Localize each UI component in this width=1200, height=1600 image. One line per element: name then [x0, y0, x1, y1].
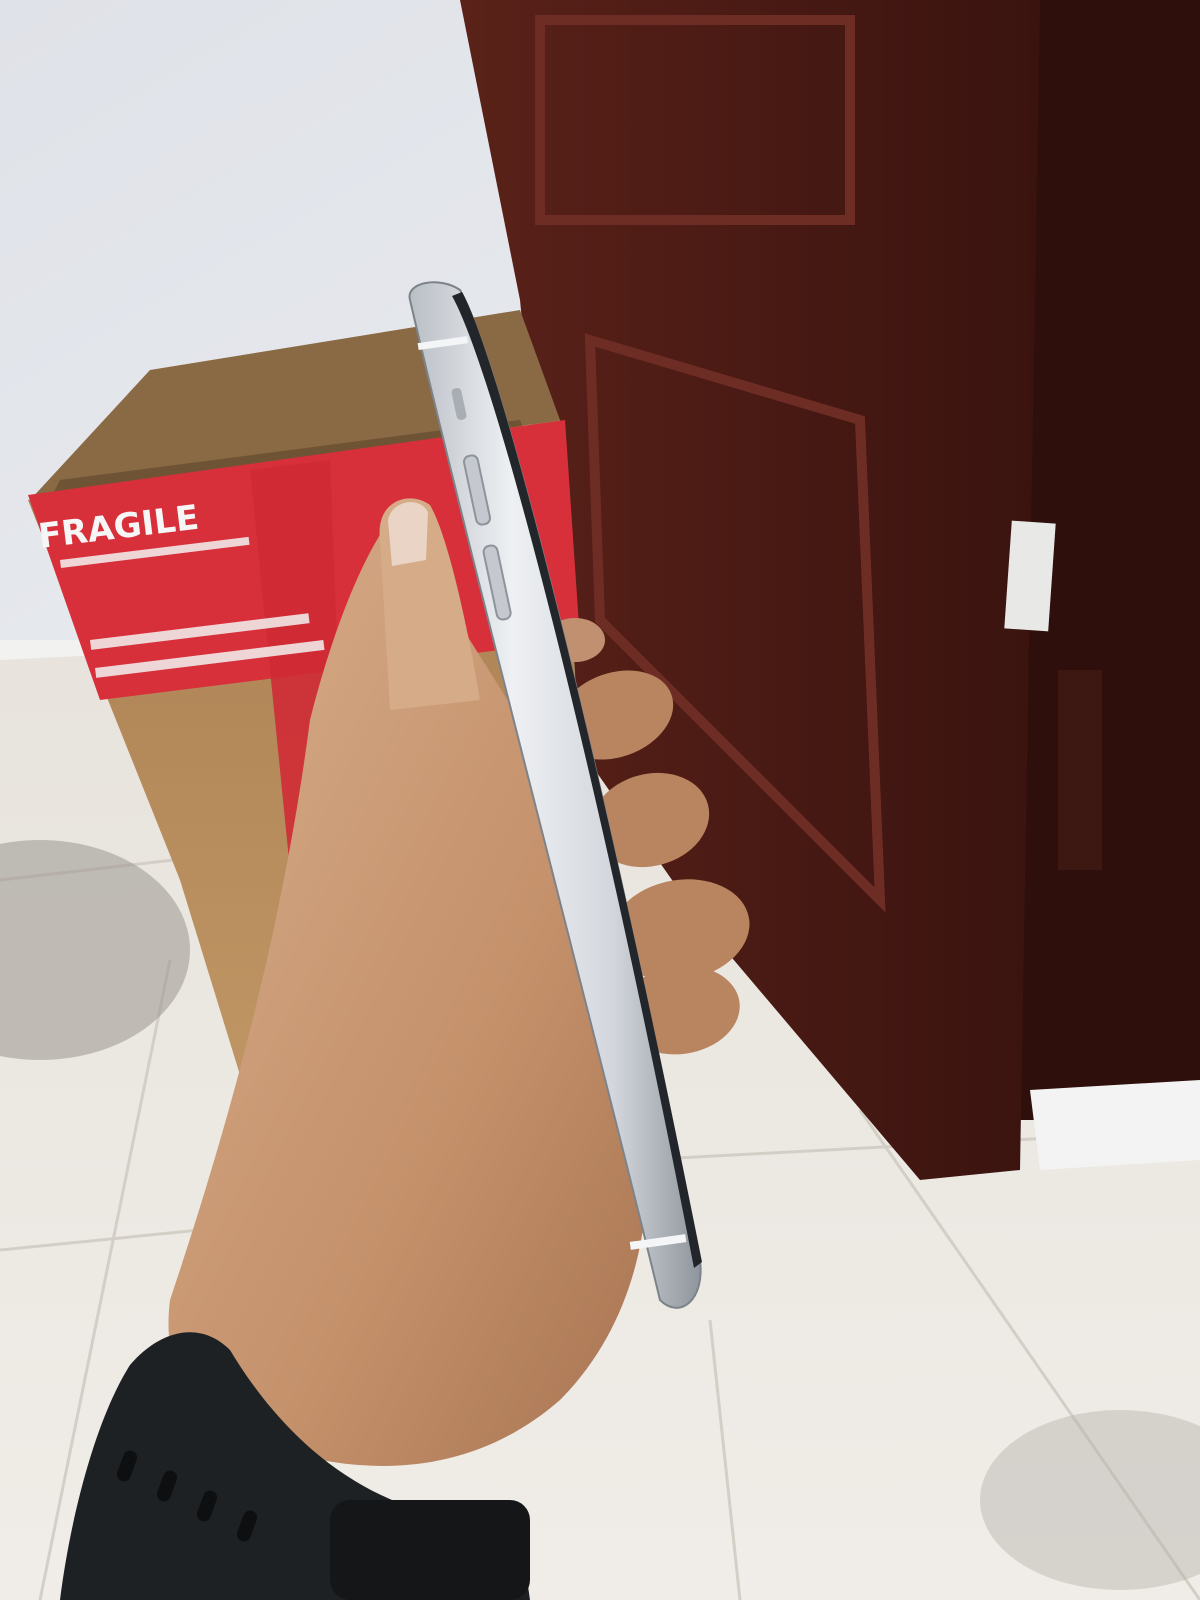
door-hinge-label	[1004, 520, 1056, 632]
door-hinge	[1058, 670, 1102, 870]
watch-case	[330, 1500, 530, 1600]
photo-scene: FRAGILE	[0, 0, 1200, 1600]
door-bottom-debris	[1030, 1080, 1200, 1170]
photo-illustration: FRAGILE	[0, 0, 1200, 1600]
thumbnail	[388, 502, 428, 566]
